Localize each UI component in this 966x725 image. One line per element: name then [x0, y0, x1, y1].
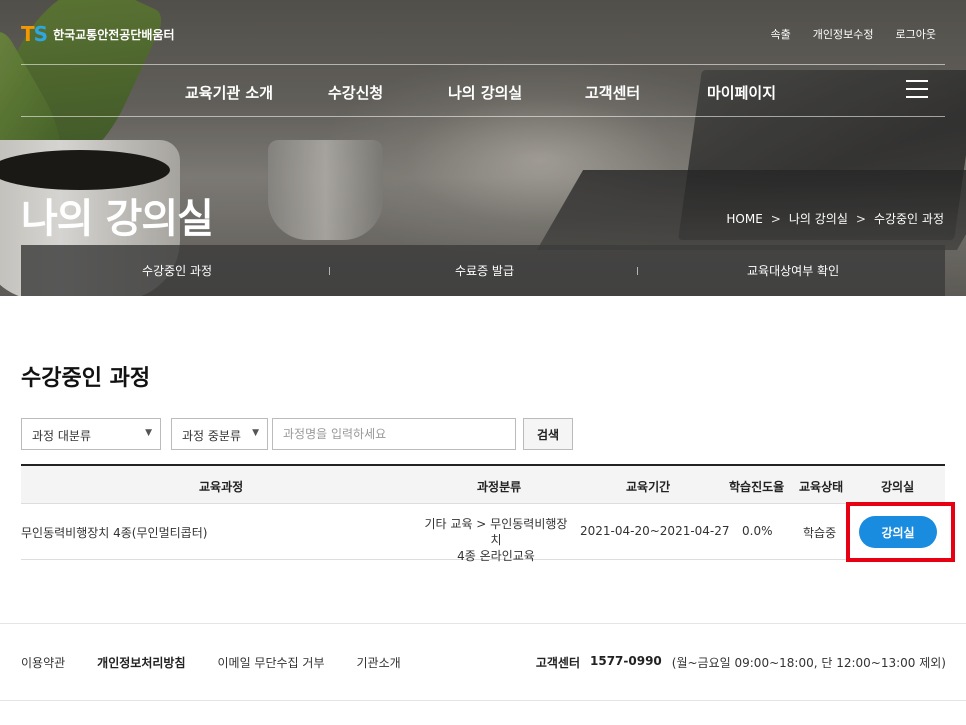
page-title: 나의 강의실	[21, 196, 214, 242]
logo-mark-t: T	[21, 22, 35, 46]
footer-link-terms[interactable]: 이용약관	[21, 654, 65, 671]
util-link-sokchul[interactable]: 속출	[771, 26, 791, 42]
util-link-edit-profile[interactable]: 개인정보수정	[813, 26, 874, 42]
course-search-input[interactable]	[272, 418, 516, 450]
row-category-line1: 기타 교육 > 무인동력비행장치	[424, 517, 568, 547]
row-progress: 0.0%	[742, 524, 773, 538]
nav-item-mypage[interactable]: 마이페이지	[707, 82, 776, 103]
hamburger-menu-icon[interactable]	[906, 80, 928, 98]
contact-label: 고객센터	[535, 656, 580, 670]
subnav-item-ongoing[interactable]: 수강중인 과정	[142, 262, 212, 279]
search-button[interactable]: 검색	[523, 418, 573, 450]
breadcrumb-home[interactable]: HOME	[726, 212, 762, 226]
logo-mark-s: S	[33, 22, 48, 46]
footer-contact: 고객센터 1577-0990 (월~금요일 09:00~18:00, 단 12:…	[536, 654, 946, 671]
footer-link-about[interactable]: 기관소개	[357, 654, 401, 671]
filter-minor-select[interactable]: 과정 중분류 ▼	[171, 418, 268, 450]
filter-major-value: 과정 대분류	[32, 429, 92, 443]
section-title: 수강중인 과정	[21, 366, 151, 391]
breadcrumb: HOME > 나의 강의실 > 수강중인 과정	[726, 210, 944, 227]
dropdown-arrow-icon: ▼	[252, 428, 259, 438]
footer-link-privacy[interactable]: 개인정보처리방침	[97, 654, 185, 671]
row-category: 기타 교육 > 무인동력비행장치 4종 온라인교육	[421, 516, 571, 564]
nav-item-customer-center[interactable]: 고객센터	[585, 82, 640, 103]
col-course: 교육과정	[199, 480, 244, 494]
row-course-name: 무인동력비행장치 4종(무인멀티콥터)	[21, 526, 208, 540]
logo-text: 한국교통안전공단배움터	[53, 27, 175, 42]
divider	[21, 116, 945, 117]
subnav-divider	[637, 267, 638, 275]
breadcrumb-separator: >	[770, 211, 781, 226]
nav-item-about[interactable]: 교육기관 소개	[185, 82, 273, 103]
subnav-divider	[329, 267, 330, 275]
nav-item-my-classroom[interactable]: 나의 강의실	[448, 82, 522, 103]
sub-nav: 수강중인 과정 수료증 발급 교육대상여부 확인	[21, 245, 945, 296]
col-category: 과정분류	[477, 480, 522, 494]
breadcrumb-current: 수강중인 과정	[873, 212, 944, 226]
util-link-logout[interactable]: 로그아웃	[896, 26, 936, 42]
divider	[21, 64, 945, 65]
table-header: 교육과정 과정분류 교육기간 학습진도율 교육상태 강의실	[21, 466, 945, 504]
filter-major-select[interactable]: 과정 대분류 ▼	[21, 418, 161, 450]
col-progress: 학습진도율	[729, 480, 785, 494]
breadcrumb-separator: >	[855, 211, 866, 226]
filter-minor-value: 과정 중분류	[182, 429, 242, 443]
table-row: 무인동력비행장치 4종(무인멀티콥터) 기타 교육 > 무인동력비행장치 4종 …	[21, 504, 945, 563]
contact-phone: 1577-0990	[590, 654, 662, 668]
row-category-line2: 4종 온라인교육	[457, 549, 535, 563]
logo-mark: TS	[21, 22, 48, 46]
row-period: 2021-04-20~2021-04-27	[580, 524, 730, 538]
col-classroom: 강의실	[881, 480, 915, 494]
subnav-item-eligibility[interactable]: 교육대상여부 확인	[747, 262, 839, 279]
footer-links: 이용약관 개인정보처리방침 이메일 무단수집 거부 기관소개	[21, 654, 401, 671]
highlight-box	[846, 502, 955, 562]
nav-item-enroll[interactable]: 수강신청	[328, 82, 383, 103]
footer: 이용약관 개인정보처리방침 이메일 무단수집 거부 기관소개 고객센터 1577…	[0, 623, 966, 701]
course-table: 교육과정 과정분류 교육기간 학습진도율 교육상태 강의실 무인동력비행장치 4…	[21, 464, 945, 563]
breadcrumb-my-classroom[interactable]: 나의 강의실	[789, 210, 848, 227]
footer-link-email-policy[interactable]: 이메일 무단수집 거부	[218, 654, 325, 671]
contact-hours: (월~금요일 09:00~18:00, 단 12:00~13:00 제외)	[671, 656, 946, 670]
row-status: 학습중	[803, 526, 837, 540]
col-period: 교육기간	[626, 480, 671, 494]
hero-banner: TS 한국교통안전공단배움터 속출 개인정보수정 로그아웃 교육기관 소개 수강…	[0, 0, 966, 296]
col-status: 교육상태	[799, 480, 844, 494]
site-logo[interactable]: TS 한국교통안전공단배움터	[21, 22, 175, 46]
subnav-item-certificate[interactable]: 수료증 발급	[455, 262, 514, 279]
dropdown-arrow-icon: ▼	[145, 428, 152, 438]
utility-nav: 속출 개인정보수정 로그아웃	[771, 26, 936, 42]
